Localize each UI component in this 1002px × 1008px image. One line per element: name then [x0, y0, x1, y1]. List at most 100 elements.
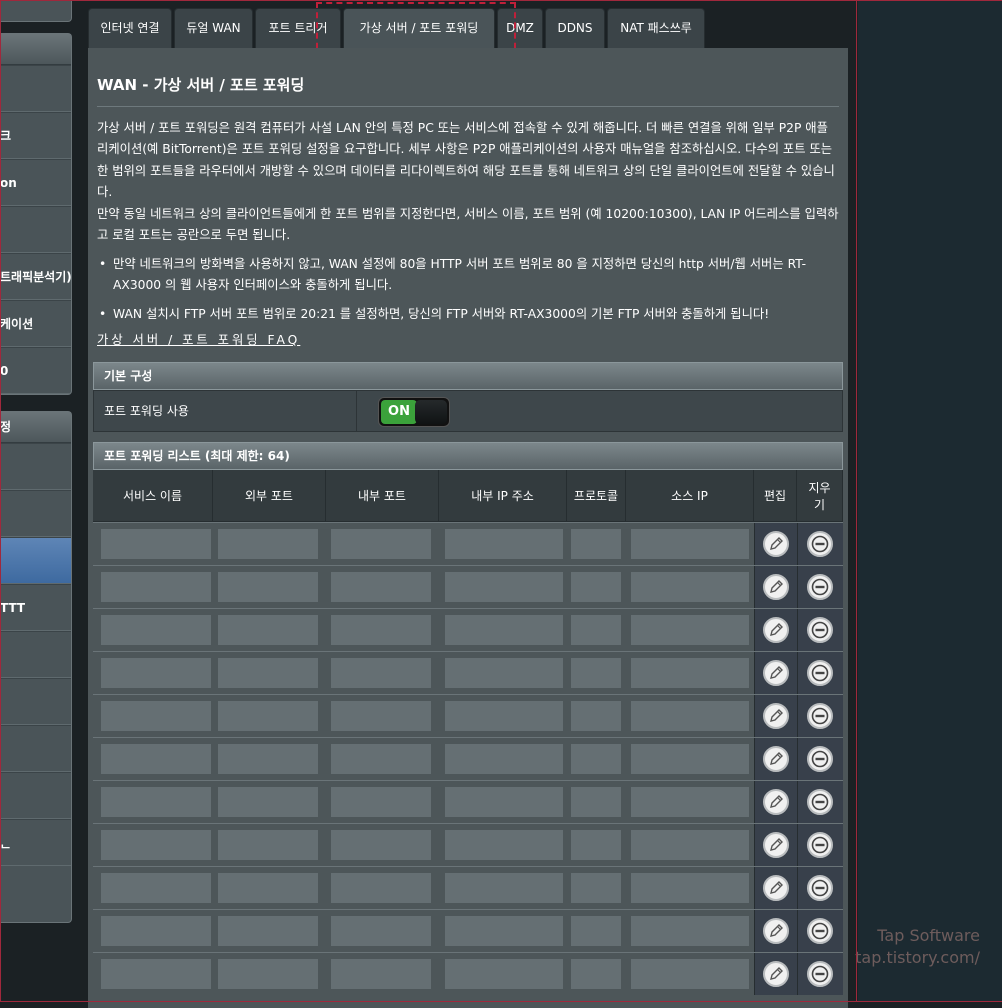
redacted-cell — [218, 529, 318, 559]
redacted-cell — [331, 572, 431, 602]
delete-cell — [797, 824, 843, 866]
table-row — [93, 651, 843, 695]
enable-forwarding-row: 포트 포워딩 사용 ON — [93, 390, 843, 432]
sidebar-item[interactable]: 트래픽분석기) — [0, 253, 71, 300]
redacted-cell — [631, 787, 749, 817]
tab-nat-passthrough[interactable]: NAT 패스쓰루 — [607, 8, 705, 48]
redacted-cell — [218, 916, 318, 946]
edit-pencil-icon[interactable] — [763, 531, 789, 557]
tab-dual-wan[interactable]: 듀얼 WAN — [174, 8, 253, 48]
redacted-cell — [571, 572, 621, 602]
redacted-cell — [218, 959, 318, 989]
redacted-cell — [101, 701, 211, 731]
redacted-cell — [101, 529, 211, 559]
delete-minus-icon[interactable] — [807, 961, 833, 987]
redacted-cell — [218, 873, 318, 903]
delete-cell — [797, 910, 843, 952]
redacted-cell — [445, 615, 563, 645]
sidebar-item[interactable] — [0, 772, 71, 819]
edit-pencil-icon[interactable] — [763, 703, 789, 729]
delete-minus-icon[interactable] — [807, 660, 833, 686]
edit-pencil-icon[interactable] — [763, 875, 789, 901]
edit-pencil-icon[interactable] — [763, 918, 789, 944]
delete-cell — [797, 566, 843, 608]
sidebar-item-wan[interactable] — [0, 537, 71, 584]
sidebar-item[interactable] — [0, 65, 71, 112]
redacted-cell — [101, 873, 211, 903]
sidebar-card-top — [0, 0, 72, 22]
note-item: 만약 네트워크의 방화벽을 사용하지 않고, WAN 설정에 80을 HTTP … — [97, 254, 839, 297]
redacted-cell — [571, 873, 621, 903]
sidebar-item[interactable] — [0, 725, 71, 772]
delete-minus-icon[interactable] — [807, 875, 833, 901]
delete-minus-icon[interactable] — [807, 531, 833, 557]
redacted-cell — [445, 959, 563, 989]
enable-forwarding-toggle[interactable]: ON — [378, 397, 450, 427]
redacted-cell — [631, 615, 749, 645]
redacted-cell — [101, 787, 211, 817]
delete-minus-icon[interactable] — [807, 789, 833, 815]
edit-pencil-icon[interactable] — [763, 746, 789, 772]
edit-pencil-icon[interactable] — [763, 961, 789, 987]
delete-minus-icon[interactable] — [807, 617, 833, 643]
watermark-title: Tap Software — [877, 926, 980, 945]
sidebar-item[interactable] — [0, 631, 71, 678]
toggle-knob — [415, 400, 447, 424]
delete-minus-icon[interactable] — [807, 574, 833, 600]
sidebar-item[interactable] — [0, 206, 71, 253]
redacted-cell — [101, 744, 211, 774]
sidebar-item[interactable]: ᆫ — [0, 819, 71, 866]
tab-ddns[interactable]: DDNS — [545, 8, 605, 48]
edit-pencil-icon[interactable] — [763, 617, 789, 643]
table-row — [93, 780, 843, 824]
sidebar-item[interactable]: on — [0, 159, 71, 206]
redacted-cell — [101, 572, 211, 602]
basic-config-header: 기본 구성 — [93, 362, 843, 390]
delete-cell — [797, 867, 843, 909]
sidebar: 크 on 트래픽분석기) 케이션 0 정 TTT ᆫ — [0, 0, 90, 1002]
column-header-delete: 지우기 — [797, 470, 843, 522]
redacted-cell — [331, 529, 431, 559]
redacted-cell — [571, 658, 621, 688]
redacted-cell — [631, 873, 749, 903]
faq-link[interactable]: 가상 서버 / 포트 포워딩 FAQ — [97, 330, 300, 348]
sidebar-item[interactable]: 크 — [0, 112, 71, 159]
redacted-cell — [331, 744, 431, 774]
edit-pencil-icon[interactable] — [763, 660, 789, 686]
delete-minus-icon[interactable] — [807, 703, 833, 729]
title-divider — [97, 106, 839, 107]
page-title: WAN - 가상 서버 / 포트 포워딩 — [97, 76, 305, 94]
column-header-internal-port: 내부 포트 — [326, 470, 439, 522]
edit-cell — [754, 523, 797, 565]
edit-pencil-icon[interactable] — [763, 789, 789, 815]
redacted-cell — [331, 701, 431, 731]
sidebar-item[interactable] — [0, 443, 71, 490]
sidebar-item[interactable]: 0 — [0, 347, 71, 394]
edit-cell — [754, 867, 797, 909]
edit-cell — [754, 566, 797, 608]
redacted-cell — [218, 787, 318, 817]
redacted-cell — [331, 959, 431, 989]
table-row — [93, 737, 843, 781]
column-header-edit: 편집 — [754, 470, 797, 522]
description-paragraph: 가상 서버 / 포트 포워딩은 원격 컴퓨터가 사설 LAN 안의 특정 PC … — [97, 121, 835, 200]
sidebar-item[interactable] — [0, 490, 71, 537]
delete-cell — [797, 953, 843, 995]
delete-minus-icon[interactable] — [807, 918, 833, 944]
watermark-url: tap.tistory.com/ — [855, 948, 980, 967]
sidebar-item[interactable]: TTT — [0, 584, 71, 631]
redacted-cell — [101, 658, 211, 688]
edit-pencil-icon[interactable] — [763, 832, 789, 858]
redacted-cell — [331, 787, 431, 817]
redacted-cell — [445, 572, 563, 602]
edit-pencil-icon[interactable] — [763, 574, 789, 600]
delete-minus-icon[interactable] — [807, 832, 833, 858]
sidebar-item[interactable] — [0, 678, 71, 725]
edit-cell — [754, 609, 797, 651]
redacted-cell — [218, 615, 318, 645]
delete-minus-icon[interactable] — [807, 746, 833, 772]
frame-border — [856, 0, 857, 1002]
sidebar-item[interactable]: 케이션 — [0, 300, 71, 347]
tab-internet[interactable]: 인터넷 연결 — [88, 8, 172, 48]
redacted-cell — [331, 873, 431, 903]
